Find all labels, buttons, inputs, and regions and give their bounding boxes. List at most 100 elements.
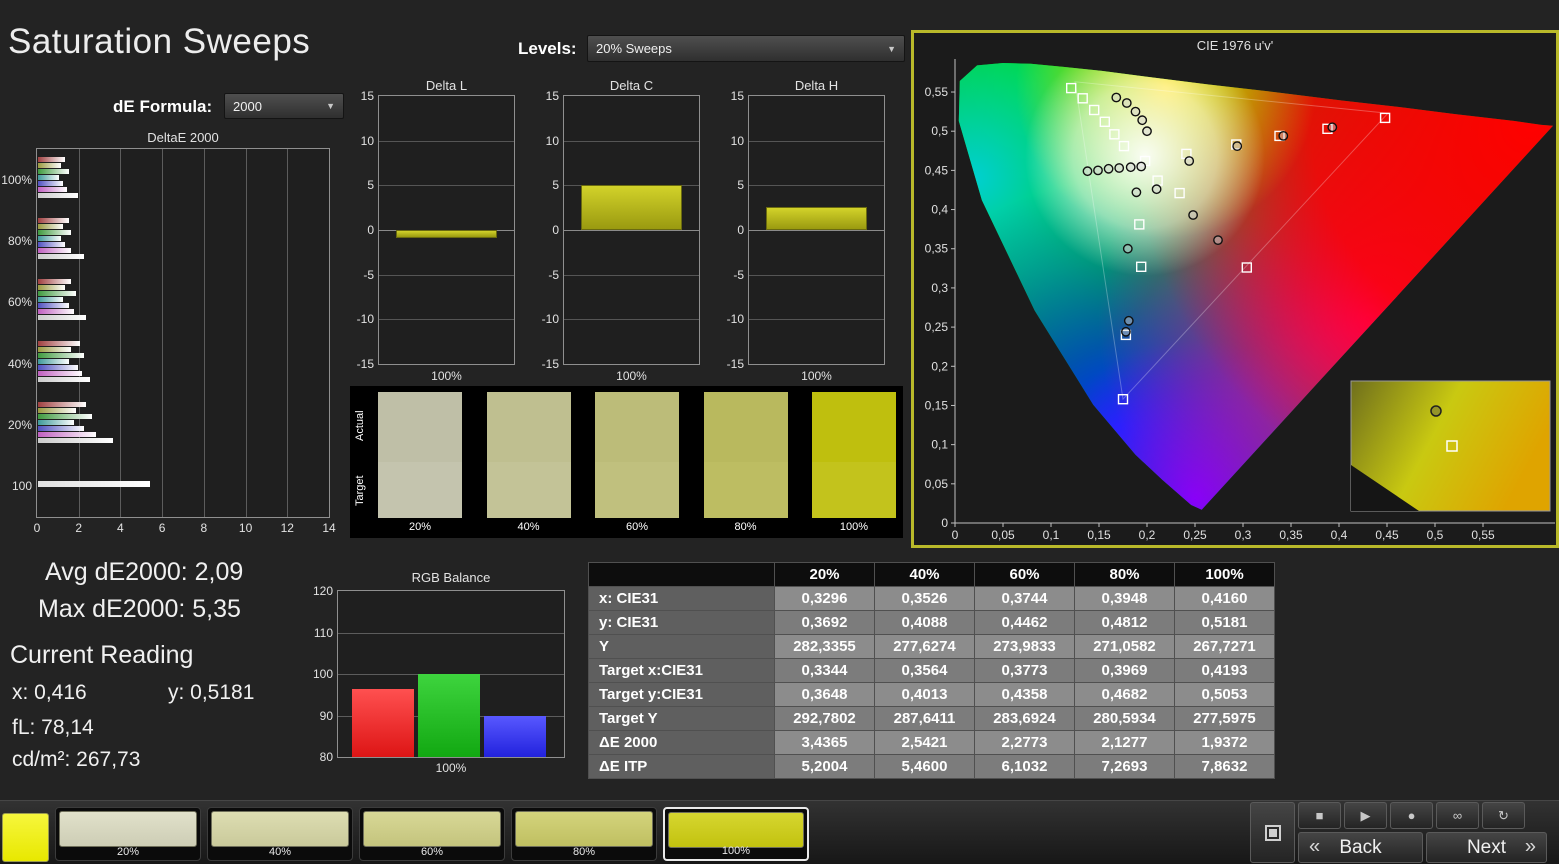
table-row-label: x: CIE31 xyxy=(588,586,775,611)
table-header-cell: 60% xyxy=(974,562,1075,587)
current-reading-title: Current Reading xyxy=(10,641,194,669)
table-cell: 0,5053 xyxy=(1174,682,1275,707)
play-button[interactable]: ▶ xyxy=(1344,802,1387,829)
deltae-bar xyxy=(38,431,97,437)
deltae-bar xyxy=(38,407,76,413)
swatch-target xyxy=(703,462,788,518)
table-cell: 287,6411 xyxy=(874,706,975,731)
measured-marker xyxy=(1151,184,1162,195)
deltae-bar xyxy=(38,279,72,285)
delta-h-plot-bar xyxy=(766,206,867,230)
delta-c-plot-x-label: 100% xyxy=(616,369,647,383)
deltae-gridline xyxy=(245,149,247,517)
app-root: Saturation Sweeps Levels: 20% Sweeps ▼ d… xyxy=(0,0,1559,864)
delta-l-plot-gridline xyxy=(379,140,514,142)
rgb-x-label: 100% xyxy=(435,761,467,775)
measured-marker xyxy=(1184,156,1195,166)
patch-swatch xyxy=(363,811,501,847)
cie-diagram-panel: 0 0,05 0,1 0,15 0,2 0,25 0,3 0,35 0,4 0,45 0,5 0,55… xyxy=(911,30,1559,548)
table-cell: 7,2693 xyxy=(1074,754,1175,779)
table-cell: 0,3564 xyxy=(874,658,975,683)
deltae-bar xyxy=(38,174,59,180)
cie-x-tick: 0,35 xyxy=(1279,528,1303,542)
deltae-bar xyxy=(38,217,70,223)
cie-y-tick: 0,2 xyxy=(931,359,948,373)
table-cell: 277,5975 xyxy=(1174,706,1275,731)
deltae-plot xyxy=(36,148,330,518)
measured-marker xyxy=(1120,326,1131,337)
deltae-bar xyxy=(38,315,86,321)
delta-h-plot-y-tick: 15 xyxy=(730,89,744,103)
stop-patch-button[interactable] xyxy=(1250,802,1295,863)
delta-h-plot-y-tick: 0 xyxy=(737,223,744,237)
next-button[interactable]: Next » xyxy=(1426,832,1547,863)
deltae-x-tick: 0 xyxy=(33,521,41,535)
delta-h-plot-gridline xyxy=(749,319,884,321)
deltae-x-tick: 4 xyxy=(117,521,124,535)
delta-c-plot-y-tick: -10 xyxy=(541,312,559,327)
delta-c-plot-gridline xyxy=(564,230,699,231)
deltae-bar xyxy=(38,253,84,259)
refresh-button[interactable]: ↻ xyxy=(1482,802,1525,829)
delta-l-plot-gridline xyxy=(379,319,514,321)
page-title: Saturation Sweeps xyxy=(8,22,311,61)
back-button[interactable]: « Back xyxy=(1298,832,1423,863)
patch-button-40%[interactable]: 40% xyxy=(207,807,353,861)
patch-button-20%[interactable]: 20% xyxy=(55,807,201,861)
table-row: Target x:CIE31 0,3344 0,3564 0,3773 0,3969 0,… xyxy=(588,658,1275,683)
swatch-actual xyxy=(486,392,571,462)
patch-swatch xyxy=(668,812,804,848)
rgb-bar-green xyxy=(418,674,480,757)
cie-y-tick: 0,5 xyxy=(931,124,948,138)
swatch-label: 100% xyxy=(839,521,869,533)
deltae-bar xyxy=(38,180,63,186)
table-row: x: CIE31 0,3296 0,3526 0,3744 0,3948 0,4160 xyxy=(588,586,1275,611)
record-button[interactable]: ● xyxy=(1390,802,1433,829)
reading-y: y: 0,5181 xyxy=(168,681,255,704)
table-cell: 2,1277 xyxy=(1074,730,1175,755)
table-row: Target Y 292,7802 287,6411 283,6924 280,5934… xyxy=(588,706,1275,731)
deltae-bar xyxy=(38,352,84,358)
delta-l-plot-gridline xyxy=(379,274,514,276)
swatch-strip: Actual Target 20% 40% 60% 80% 100% xyxy=(350,386,903,538)
target-row-label: Target xyxy=(354,475,366,507)
table-row-label: ΔE 2000 xyxy=(588,730,775,755)
loop-button[interactable]: ∞ xyxy=(1436,802,1479,829)
table-cell: 0,4812 xyxy=(1074,610,1175,635)
delta-h-plot-x-label: 100% xyxy=(801,369,832,383)
play-icon: ▶ xyxy=(1360,807,1371,823)
measured-marker xyxy=(1130,106,1141,117)
inset-measured-marker xyxy=(1430,405,1442,417)
table-cell: 1,9372 xyxy=(1174,730,1275,755)
patch-button-80%[interactable]: 80% xyxy=(511,807,657,861)
deltae-bar xyxy=(38,358,70,364)
table-header-cell xyxy=(588,562,775,587)
bottom-bar: 20% 40% 60% 80% 100% ■ ▶ ● ∞ ↻ « Back Next » xyxy=(0,800,1559,864)
levels-value: 20% Sweeps xyxy=(596,41,672,56)
delta-c-plot-y-tick: 10 xyxy=(545,133,559,148)
rgb-balance-title: RGB Balance xyxy=(411,570,491,585)
measured-marker xyxy=(1093,165,1103,176)
max-de2000: Max dE2000: 5,35 xyxy=(38,595,241,623)
deltae-x-tick: 14 xyxy=(322,521,336,535)
table-cell: 0,3692 xyxy=(774,610,875,635)
levels-dropdown[interactable]: 20% Sweeps ▼ xyxy=(587,35,905,62)
measured-marker xyxy=(1103,163,1114,174)
patch-button-60%[interactable]: 60% xyxy=(359,807,505,861)
patch-swatch xyxy=(211,811,349,847)
table-body: x: CIE31 0,3296 0,3526 0,3744 0,3948 0,4160 y:… xyxy=(588,586,1275,779)
de-formula-dropdown[interactable]: 2000 ▼ xyxy=(224,93,344,119)
reading-cdm2: cd/m²: 267,73 xyxy=(12,748,141,771)
swatch-target xyxy=(812,462,896,518)
deltae-gridline xyxy=(120,149,122,517)
table-header-cell: 80% xyxy=(1074,562,1175,587)
measured-marker xyxy=(1125,162,1136,173)
patch-button-100%[interactable]: 100% xyxy=(663,807,809,861)
stop-button[interactable]: ■ xyxy=(1298,802,1341,829)
avg-de2000: Avg dE2000: 2,09 xyxy=(45,558,244,586)
table-cell: 2,5421 xyxy=(874,730,975,755)
delta-h-plot-y-tick: -15 xyxy=(726,357,744,371)
table-header-cell: 20% xyxy=(774,562,875,587)
delta-h-plot-y-tick: -5 xyxy=(733,267,744,282)
delta-h-plot-y-tick: 10 xyxy=(730,133,744,148)
